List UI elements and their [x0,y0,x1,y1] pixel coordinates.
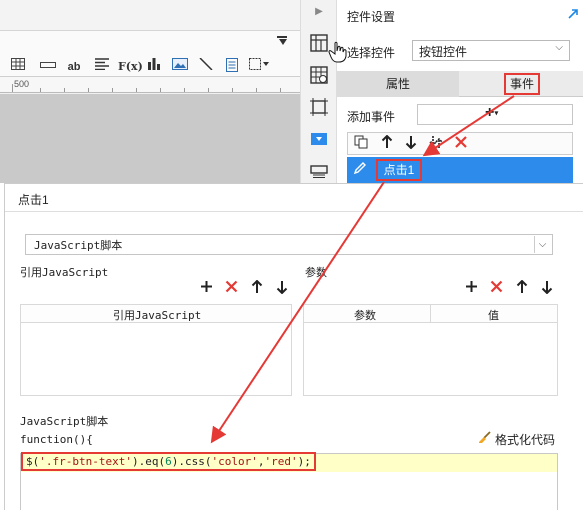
corner-toggle-icon[interactable] [276,34,288,46]
dialog-title: 点击1 [18,193,49,207]
bar-chart-icon[interactable] [144,58,164,76]
delete-param-icon[interactable] [490,280,503,296]
script-editor[interactable]: $('.fr-btn-text').eq(6).css('color','red… [20,452,558,510]
column-separator [430,305,431,323]
param-name-column-header: 参数 [354,309,376,322]
ruler: 500 [0,77,300,93]
event-type-select[interactable]: JavaScript脚本 ⌵ [25,234,553,255]
ref-js-section-label: 引用JavaScript [20,266,109,279]
delete-icon[interactable] [454,135,468,152]
align-icon[interactable] [92,58,112,76]
add-event-label: 添加事件 [347,110,396,124]
frame-icon[interactable] [310,98,328,116]
image-icon[interactable] [170,58,190,76]
text-format-icon[interactable]: ab [64,58,84,76]
grid-settings-icon[interactable] [310,66,328,84]
widget-select-value: 按钮控件 [419,45,468,59]
cell-element-icon[interactable] [310,162,328,180]
event-editor-dialog: 点击1 JavaScript脚本 ⌵ 引用JavaScript 参数 引用Jav… [4,183,583,510]
function-header-line: function(){ [20,433,93,446]
add-param-plus-icon[interactable] [465,280,478,296]
dialog-divider [5,211,583,212]
param-up-arrow-icon[interactable] [516,279,528,297]
delete-ref-icon[interactable] [225,280,238,296]
event-item-label: 点击1 [376,159,422,181]
copy-icon[interactable] [354,135,368,152]
select-widget-label: 选择控件 [347,46,396,60]
pencil-icon[interactable] [353,161,367,178]
add-event-button[interactable]: +▾ [485,104,498,122]
code-token: ).css( [171,455,212,468]
code-string: '.fr-btn-text' [39,455,132,468]
chevron-down-icon: ⌵ [555,42,563,53]
border-icon[interactable] [249,58,269,76]
hand-cursor-icon [328,41,347,63]
pin-icon[interactable] [566,7,580,21]
code-token: $( [26,455,40,468]
designer-area: ab F(x) 500 [0,0,300,183]
script-code-line[interactable]: $('.fr-btn-text').eq(6).css('color','red… [21,452,316,471]
tab-events[interactable]: 事件 [504,73,540,95]
format-code-button[interactable]: 格式化代码 [478,431,555,448]
params-table-header: 参数 值 [304,305,557,323]
code-token: ); [297,455,311,468]
page-icon[interactable] [222,58,242,76]
panel-title: 控件设置 [347,10,396,24]
side-icon-strip: ▶ [300,0,337,183]
code-string: 'color' [211,455,258,468]
widget-select[interactable]: 按钮控件 ⌵ [412,40,570,61]
arrow-up-icon[interactable] [381,134,393,152]
ruler-label: 500 [14,79,30,89]
panel-tabs: 属性 事件 [337,71,583,97]
ref-down-arrow-icon[interactable] [276,280,288,297]
code-number: 6 [165,455,172,468]
ref-js-column-header: 引用JavaScript [113,309,202,322]
ref-js-table-header: 引用JavaScript [21,305,291,323]
widget-settings-panel: 控件设置 选择控件 按钮控件 ⌵ 属性 事件 添加事件 +▾ 点击1 [328,0,583,183]
divider-icon[interactable] [38,58,58,76]
ref-up-arrow-icon[interactable] [251,279,263,297]
arrow-down-icon[interactable] [405,135,417,152]
table-layout-icon[interactable] [310,34,328,52]
ref-js-table[interactable]: 引用JavaScript [20,304,292,396]
line-icon[interactable] [196,57,216,76]
move-icon[interactable] [429,135,443,152]
designer-toolbar: ab F(x) [0,31,300,77]
event-toolbar [347,132,573,155]
dropdown-icon: ▾ [494,108,499,118]
script-section-label: JavaScript脚本 [20,415,109,428]
chevron-down-icon: ⌵ [534,236,550,253]
event-type-value: JavaScript脚本 [34,239,123,252]
params-table[interactable]: 参数 值 [303,304,558,396]
code-token: ).eq( [131,455,166,468]
table-icon[interactable] [8,58,28,76]
format-code-label: 格式化代码 [495,433,556,447]
params-section-label: 参数 [305,266,327,279]
tab-properties[interactable]: 属性 [337,71,459,97]
param-value-column-header: 值 [488,309,499,322]
designer-top-strip [0,0,300,31]
param-down-arrow-icon[interactable] [541,280,553,297]
formula-icon[interactable]: F(x) [118,58,143,76]
add-ref-plus-icon[interactable] [200,280,213,296]
collapse-arrow-icon[interactable]: ▶ [310,6,328,24]
brush-icon [478,431,491,447]
design-canvas[interactable] [0,94,300,183]
event-list-item[interactable]: 点击1 [347,157,573,183]
widget-settings-icon[interactable] [310,130,328,148]
code-string: 'red' [264,455,298,468]
